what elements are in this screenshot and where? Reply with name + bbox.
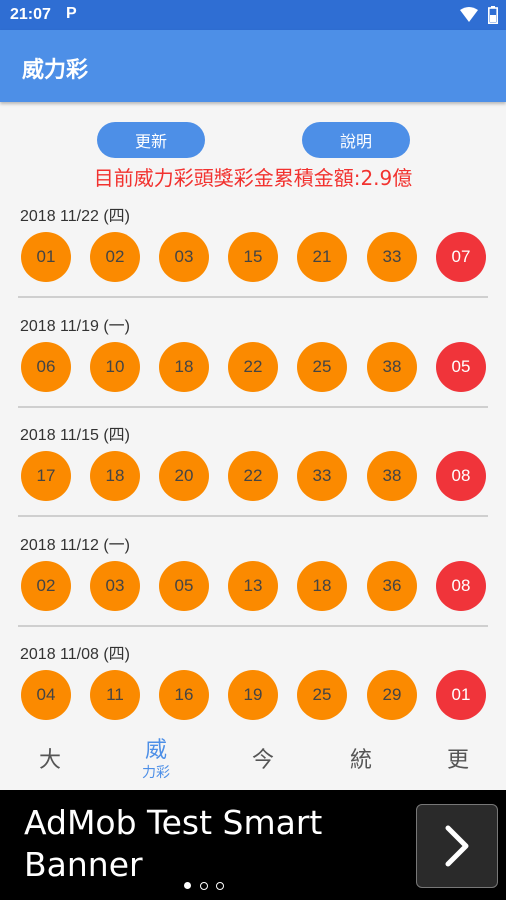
number-ball: 20 <box>159 451 209 501</box>
info-button[interactable]: 說明 <box>302 122 410 158</box>
ad-dot <box>216 882 224 890</box>
nav-item-3[interactable]: 統 <box>311 722 411 790</box>
refresh-button[interactable]: 更新 <box>97 122 205 158</box>
number-ball: 10 <box>90 341 140 392</box>
nav-item-glyph: 更 <box>446 748 469 773</box>
number-ball: 18 <box>90 451 140 501</box>
number-ball: 33 <box>297 451 347 501</box>
number-ball: 13 <box>228 560 278 611</box>
number-ball: 38 <box>367 451 417 501</box>
divider <box>18 624 488 627</box>
status-bar: 21:07 P <box>0 0 506 30</box>
nav-item-1[interactable]: 威力彩 <box>106 722 206 790</box>
number-ball: 19 <box>228 670 278 720</box>
number-ball: 38 <box>367 341 417 392</box>
number-ball: 18 <box>159 341 209 392</box>
notification-icon: P <box>66 5 77 22</box>
draw-date: 2018 11/22 (四) <box>20 208 130 225</box>
number-ball: 11 <box>90 670 140 720</box>
number-ball: 33 <box>367 232 417 282</box>
draw-date: 2018 11/19 (一) <box>20 317 130 335</box>
ad-banner[interactable]: AdMob Test Smart Banner <box>0 790 506 900</box>
number-ball: 04 <box>21 670 71 720</box>
draw-results[interactable]: 更新 說明 目前威力彩頭獎彩金累積金額:2.9億 2018 11/22 (四) 0… <box>0 102 506 722</box>
draw-row: 2018 11/08 (四) 04 11 16 19 25 29 01 <box>0 640 506 722</box>
number-ball: 03 <box>159 232 209 282</box>
divider <box>18 515 488 517</box>
draw-date: 2018 11/12 (一) <box>20 536 130 554</box>
nav-item-4[interactable]: 更 <box>408 722 506 790</box>
app-bar: 威力彩 <box>0 30 506 102</box>
nav-item-label: 力彩 <box>142 765 170 781</box>
number-ball: 21 <box>297 232 347 282</box>
number-ball: 17 <box>21 451 71 501</box>
special-number-ball: 07 <box>436 232 486 282</box>
chevron-right-icon <box>445 825 469 867</box>
special-number-ball: 05 <box>436 341 486 392</box>
ad-dot-active <box>184 882 191 889</box>
nav-item-0[interactable]: 大 <box>0 722 100 790</box>
special-number-ball: 08 <box>436 451 486 501</box>
nav-item-glyph: 威 <box>144 738 167 763</box>
number-ball: 25 <box>297 670 347 720</box>
bottom-nav: 大 威力彩 今 統 更 <box>0 722 506 790</box>
number-ball: 01 <box>21 232 71 282</box>
draw-row: 2018 11/12 (一) 02 03 05 13 18 36 08 <box>0 531 506 641</box>
number-ball: 16 <box>159 670 209 720</box>
number-ball: 25 <box>297 341 347 392</box>
number-ball: 22 <box>228 451 278 501</box>
ad-next-button[interactable] <box>416 804 498 888</box>
nav-item-2[interactable]: 今 <box>213 722 313 790</box>
jackpot-amount: 目前威力彩頭獎彩金累積金額:2.9億 <box>93 166 413 190</box>
draw-row: 2018 11/19 (一) 06 10 18 22 25 38 05 <box>0 312 506 422</box>
special-number-ball: 01 <box>436 670 486 720</box>
nav-item-glyph: 統 <box>349 748 372 773</box>
number-ball: 29 <box>367 670 417 720</box>
number-ball: 15 <box>228 232 278 282</box>
draw-date: 2018 11/15 (四) <box>20 427 130 444</box>
ad-page-indicator <box>180 880 240 892</box>
page-title: 威力彩 <box>22 58 89 83</box>
number-ball: 06 <box>21 341 71 392</box>
ad-dot <box>200 882 208 890</box>
number-ball: 36 <box>367 560 417 611</box>
divider <box>18 296 488 298</box>
wifi-icon <box>460 7 478 22</box>
number-ball: 02 <box>90 232 140 282</box>
status-time: 21:07 <box>10 6 51 23</box>
ad-text: AdMob Test Smart Banner <box>24 803 323 884</box>
number-ball: 18 <box>297 560 347 611</box>
number-ball: 03 <box>90 560 140 611</box>
draw-date: 2018 11/08 (四) <box>20 646 130 663</box>
special-number-ball: 08 <box>436 560 486 611</box>
battery-icon <box>488 6 498 24</box>
draw-row: 2018 11/22 (四) 01 02 03 15 21 33 07 <box>0 202 506 312</box>
number-ball: 02 <box>21 560 71 611</box>
number-ball: 05 <box>159 560 209 611</box>
divider <box>18 405 488 408</box>
nav-item-glyph: 大 <box>38 748 61 773</box>
nav-item-glyph: 今 <box>251 748 274 773</box>
draw-row: 2018 11/15 (四) 17 18 20 22 33 38 08 <box>0 421 506 531</box>
number-ball: 22 <box>228 341 278 392</box>
